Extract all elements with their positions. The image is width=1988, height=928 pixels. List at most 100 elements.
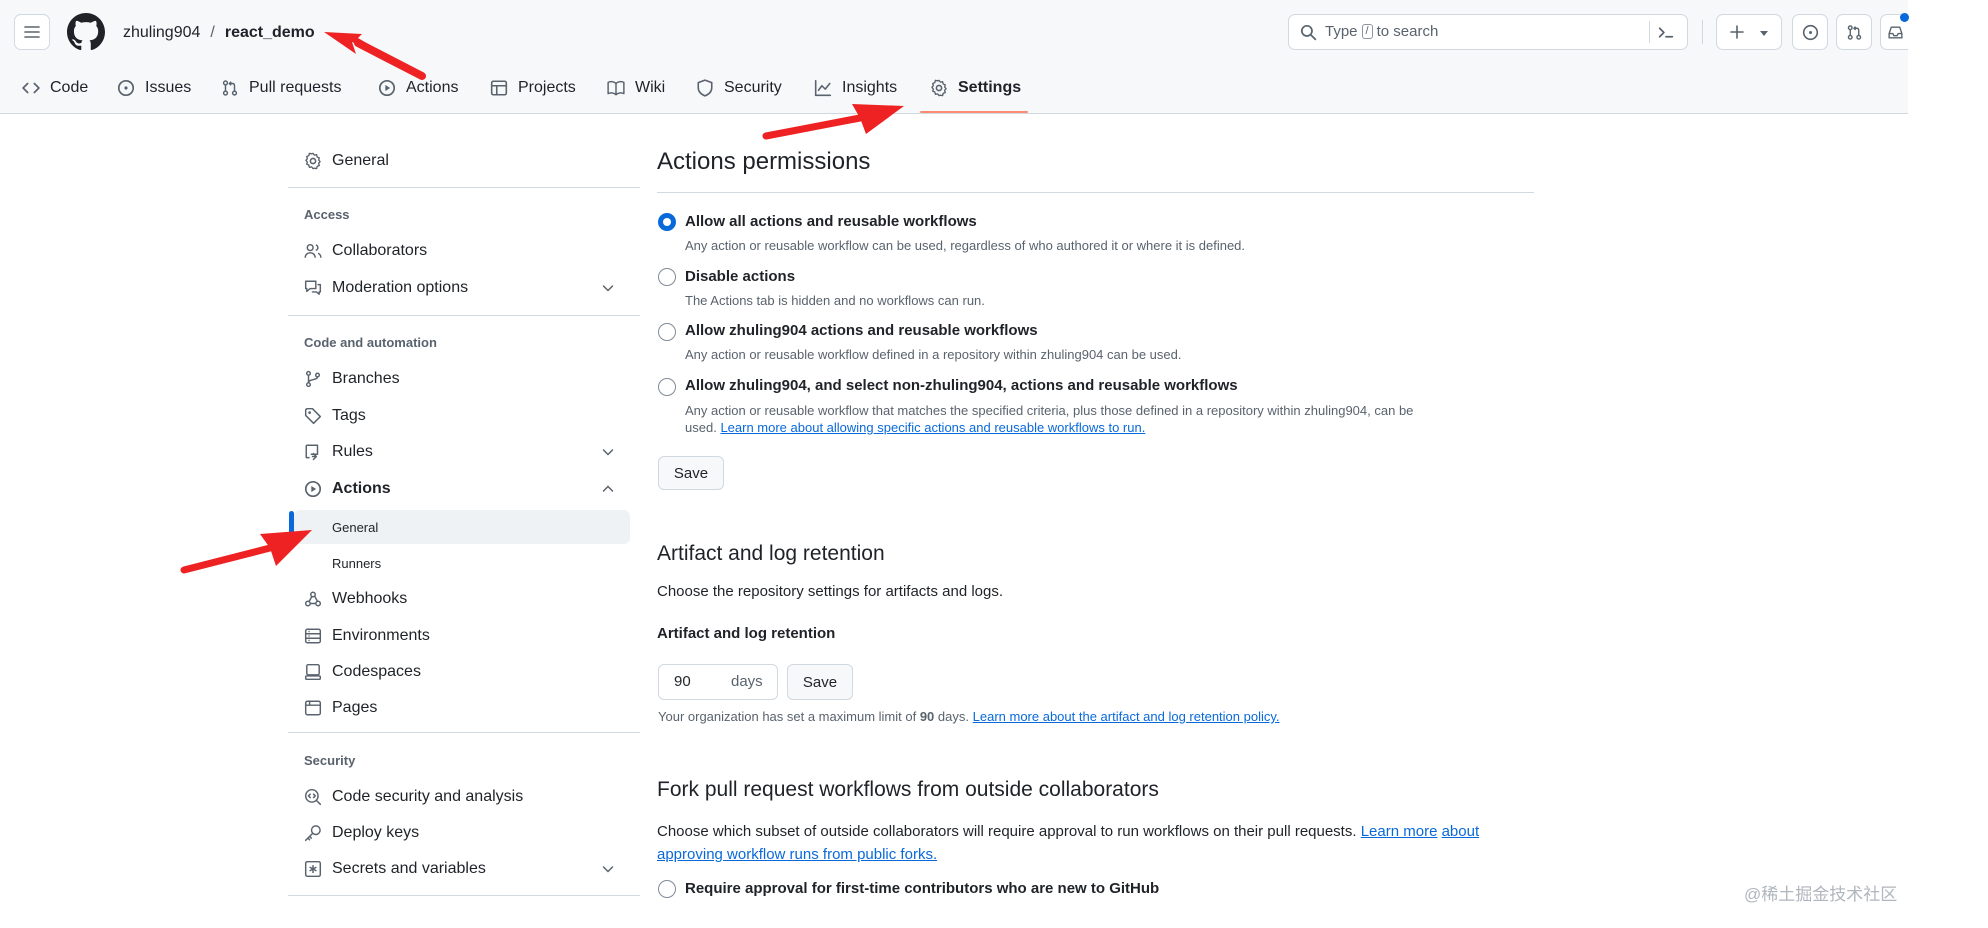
sidebar-heading-code-automation: Code and automation <box>304 335 437 350</box>
breadcrumb-repo[interactable]: react_demo <box>225 24 315 42</box>
breadcrumb-separator: / <box>210 24 215 41</box>
sidebar-item-moderation[interactable]: Moderation options <box>288 272 630 304</box>
tab-settings[interactable]: Settings <box>930 74 1021 102</box>
annotation-arrow-repo <box>324 32 426 80</box>
option-label[interactable]: Allow zhuling904 actions and reusable wo… <box>685 322 1038 339</box>
tab-issues[interactable]: Issues <box>117 74 191 102</box>
pull-requests-button[interactable] <box>1836 14 1872 50</box>
retention-save-button[interactable]: Save <box>787 664 853 700</box>
header-divider <box>1702 20 1703 44</box>
webhook-icon <box>304 590 322 608</box>
watermark: @稀土掘金技术社区 <box>1744 885 1898 904</box>
pull-request-icon <box>221 79 239 97</box>
sidebar-item-label: Rules <box>332 443 373 460</box>
active-tab-underline <box>920 111 1028 113</box>
graph-icon <box>814 79 832 97</box>
sidebar-divider <box>288 315 640 316</box>
option-label[interactable]: Disable actions <box>685 268 795 285</box>
retention-note: Your organization has set a maximum limi… <box>658 709 1280 724</box>
sidebar-item-code-security[interactable]: Code security and analysis <box>288 781 630 813</box>
breadcrumb-owner[interactable]: zhuling904 <box>123 24 200 42</box>
git-branch-icon <box>304 370 322 388</box>
tab-code[interactable]: Code <box>22 74 88 102</box>
sidebar-item-label: Webhooks <box>332 590 408 607</box>
retention-description: Choose the repository settings for artif… <box>657 583 1004 600</box>
sidebar-divider <box>288 895 640 896</box>
triangle-down-icon <box>1759 28 1769 38</box>
fork-option-label[interactable]: Require approval for first-time contribu… <box>685 880 1159 897</box>
permissions-title: Actions permissions <box>657 148 871 175</box>
permissions-save-button[interactable]: Save <box>658 456 724 490</box>
sidebar-subitem-actions-runners[interactable]: Runners <box>288 546 630 580</box>
create-new-button[interactable] <box>1716 14 1782 50</box>
sidebar-subitem-actions-general[interactable]: General <box>294 510 630 544</box>
tag-icon <box>304 407 322 425</box>
sidebar-item-pages[interactable]: Pages <box>288 692 630 724</box>
fork-title: Fork pull request workflows from outside… <box>657 778 1159 801</box>
search-input[interactable]: Type / to search <box>1288 14 1688 50</box>
sidebar-item-label: Secrets and variables <box>332 860 486 877</box>
sidebar-item-collaborators[interactable]: Collaborators <box>288 235 630 267</box>
sidebar-item-label: Deploy keys <box>332 824 420 841</box>
sidebar-item-label: Actions <box>332 480 391 497</box>
radio-disable[interactable] <box>658 268 676 286</box>
code-icon <box>22 79 40 97</box>
sidebar-item-actions[interactable]: Actions <box>288 473 630 505</box>
tab-projects[interactable]: Projects <box>490 74 576 102</box>
github-logo-icon[interactable] <box>67 13 105 51</box>
tab-wiki[interactable]: Wiki <box>607 74 665 102</box>
search-divider <box>1649 21 1650 43</box>
sidebar-item-branches[interactable]: Branches <box>288 363 630 395</box>
sidebar-item-webhooks[interactable]: Webhooks <box>288 583 630 615</box>
comment-discussion-icon <box>304 279 322 297</box>
sidebar-item-label: Pages <box>332 699 378 716</box>
learn-more-specific-actions-link[interactable]: Learn more about allowing specific actio… <box>720 420 1145 435</box>
retention-field-label: Artifact and log retention <box>657 625 836 642</box>
issue-icon <box>1802 24 1819 41</box>
issues-button[interactable] <box>1792 14 1828 50</box>
radio-allow-owner[interactable] <box>658 323 676 341</box>
sidebar-item-codespaces[interactable]: Codespaces <box>288 656 630 688</box>
inbox-icon <box>1887 24 1904 41</box>
pull-request-icon <box>1846 24 1863 41</box>
book-icon <box>607 79 625 97</box>
retention-policy-link[interactable]: Learn more about the artifact and log re… <box>973 709 1280 724</box>
sidebar-item-general[interactable]: General <box>288 145 630 177</box>
play-icon <box>304 480 322 498</box>
sidebar-item-label: Branches <box>332 370 400 387</box>
search-shortcut-key: / <box>1361 24 1373 39</box>
option-description: The Actions tab is hidden and no workflo… <box>685 293 985 308</box>
retention-days-input[interactable]: 90 days <box>658 664 778 700</box>
retention-days-value: 90 <box>674 673 691 690</box>
sidebar-divider <box>288 732 640 733</box>
tab-label: Issues <box>145 79 192 96</box>
tab-label: Code <box>50 79 89 96</box>
sidebar-item-secrets[interactable]: Secrets and variables <box>288 853 630 885</box>
radio-allow-select[interactable] <box>658 378 676 396</box>
fork-description: Choose which subset of outside collabora… <box>657 823 1480 863</box>
radio-first-time-contributors[interactable] <box>658 880 676 898</box>
sidebar-item-tags[interactable]: Tags <box>288 400 630 432</box>
fork-learn-more-link[interactable]: Learn more <box>1361 823 1438 840</box>
menu-button[interactable] <box>14 14 50 50</box>
sidebar-item-rules[interactable]: Rules <box>288 436 630 468</box>
hamburger-icon <box>24 24 40 40</box>
command-palette-icon[interactable] <box>1657 24 1675 41</box>
option-description: Any action or reusable workflow that mat… <box>685 403 1414 418</box>
tab-label: Security <box>724 79 782 96</box>
option-description: Any action or reusable workflow defined … <box>685 347 1182 362</box>
breadcrumb: zhuling904 / react_demo <box>123 23 315 43</box>
tab-label: Wiki <box>635 79 666 96</box>
tab-label: Projects <box>518 79 576 96</box>
sidebar-item-deploy-keys[interactable]: Deploy keys <box>288 817 630 849</box>
key-icon <box>304 824 322 842</box>
sidebar-item-environments[interactable]: Environments <box>288 620 630 652</box>
option-label[interactable]: Allow all actions and reusable workflows <box>685 213 977 230</box>
codescan-icon <box>304 788 322 806</box>
sidebar-item-label: Codespaces <box>332 663 421 680</box>
option-label[interactable]: Allow zhuling904, and select non-zhuling… <box>685 377 1238 394</box>
sidebar-heading-access: Access <box>304 207 350 222</box>
retention-days-unit: days <box>731 673 763 690</box>
annotation-arrow-settings <box>762 104 904 140</box>
radio-allow-all[interactable] <box>658 213 676 231</box>
